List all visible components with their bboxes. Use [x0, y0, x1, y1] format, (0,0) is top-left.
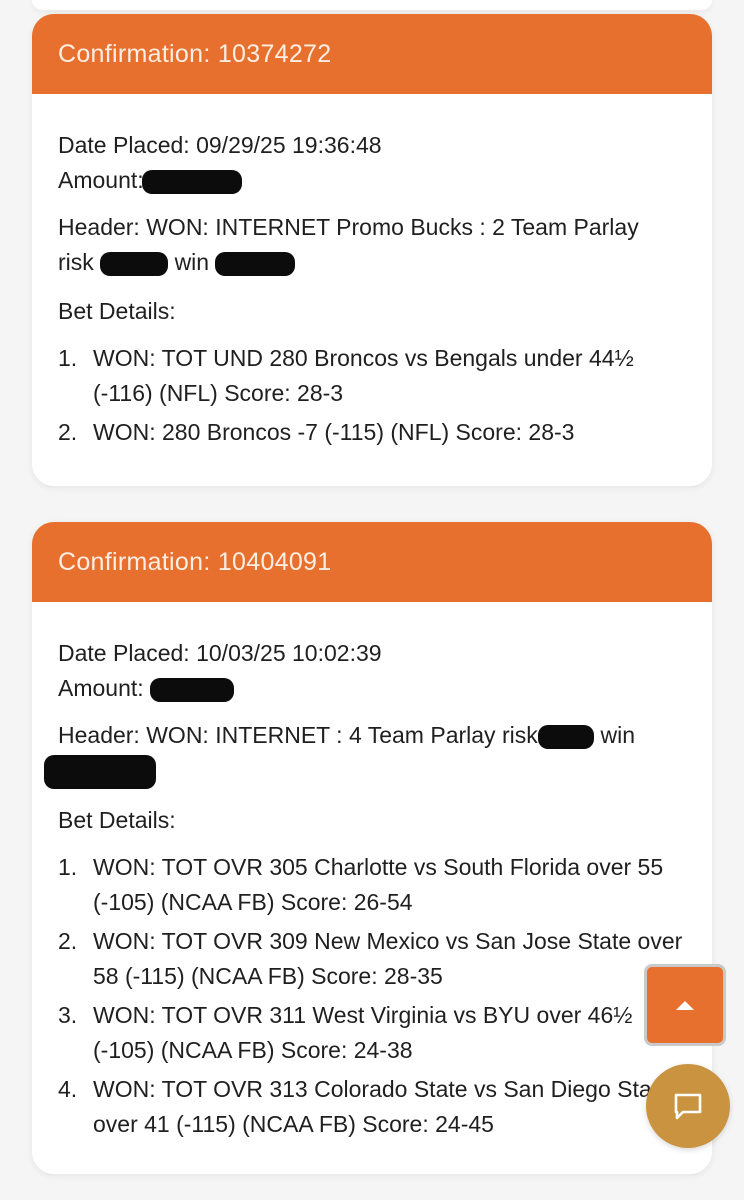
redacted-risk	[100, 251, 169, 276]
header-win-word: win	[174, 249, 210, 275]
card-body: Date Placed: 09/29/25 19:36:48 Amount: H…	[32, 94, 712, 450]
redacted-risk	[538, 724, 595, 749]
bet-details-list: 1. WON: TOT UND 280 Broncos vs Bengals u…	[58, 341, 686, 450]
redacted-win	[215, 251, 296, 276]
header-label: Header:	[58, 722, 140, 748]
date-placed-label: Date Placed:	[58, 640, 190, 666]
header-win-word: win	[600, 722, 636, 748]
bet-details-list: 1. WON: TOT OVR 305 Charlotte vs South F…	[58, 850, 686, 1142]
date-placed-row: Date Placed: 09/29/25 19:36:48	[58, 128, 686, 163]
chat-button[interactable]	[646, 1064, 730, 1148]
list-item: 2. WON: 280 Broncos -7 (-115) (NFL) Scor…	[58, 415, 686, 450]
bet-number: 3.	[58, 1001, 78, 1028]
bet-text: WON: TOT OVR 311 West Virginia vs BYU ov…	[93, 1001, 633, 1063]
amount-label: Amount:	[58, 675, 144, 701]
bet-details-label: Bet Details:	[58, 806, 176, 833]
redacted-amount	[150, 677, 235, 702]
date-placed-value: 09/29/25 19:36:48	[196, 132, 382, 158]
bet-number: 1.	[58, 853, 78, 880]
list-item: 4. WON: TOT OVR 313 Colorado State vs Sa…	[58, 1072, 686, 1142]
date-placed-value: 10/03/25 10:02:39	[196, 640, 382, 666]
chat-bubble-icon	[674, 1093, 702, 1120]
redacted-win	[44, 754, 156, 789]
bet-number: 2.	[58, 419, 78, 445]
bet-text: WON: 280 Broncos -7 (-115) (NFL) Score: …	[93, 419, 575, 445]
header-text: WON: INTERNET : 4 Team Parlay risk	[146, 722, 538, 748]
redacted-amount	[142, 169, 243, 194]
bet-card-10404091: Confirmation: 10404091 Date Placed: 10/0…	[32, 522, 712, 1174]
card-body: Date Placed: 10/03/25 10:02:39 Amount: H…	[32, 602, 712, 1142]
card-header: Confirmation: 10374272	[32, 14, 712, 94]
confirmation-label: Confirmation:	[58, 39, 211, 68]
bet-details-label: Bet Details:	[58, 298, 176, 324]
scroll-to-top-button[interactable]	[644, 964, 726, 1046]
confirmation-label: Confirmation:	[58, 547, 211, 576]
previous-card-edge	[32, 0, 712, 10]
header-risk-word: risk	[58, 249, 94, 275]
bet-text: WON: TOT UND 280 Broncos vs Bengals unde…	[93, 345, 634, 406]
header-label: Header:	[58, 214, 140, 240]
bet-card-10374272: Confirmation: 10374272 Date Placed: 09/2…	[32, 14, 712, 486]
bet-number: 2.	[58, 927, 78, 954]
list-item: 1. WON: TOT UND 280 Broncos vs Bengals u…	[58, 341, 686, 411]
list-item: 2. WON: TOT OVR 309 New Mexico vs San Jo…	[58, 924, 686, 994]
date-placed-label: Date Placed:	[58, 132, 190, 158]
amount-label: Amount:	[58, 167, 144, 193]
header-text: WON: INTERNET Promo Bucks : 2 Team Parla…	[146, 214, 639, 240]
amount-row: Amount:	[58, 671, 686, 706]
caret-up-icon	[676, 1000, 694, 1010]
bet-number: 4.	[58, 1075, 78, 1102]
list-item: 1. WON: TOT OVR 305 Charlotte vs South F…	[58, 850, 686, 920]
header-row: Header: WON: INTERNET : 4 Team Parlay ri…	[44, 718, 686, 789]
bet-text: WON: TOT OVR 313 Colorado State vs San D…	[93, 1075, 671, 1137]
list-item: 3. WON: TOT OVR 311 West Virginia vs BYU…	[58, 998, 686, 1068]
previous-card-tail	[0, 0, 744, 14]
amount-row: Amount:	[58, 163, 686, 198]
confirmation-number: 10404091	[217, 547, 332, 576]
card-header: Confirmation: 10404091	[32, 522, 712, 602]
header-row: Header: WON: INTERNET Promo Bucks : 2 Te…	[58, 210, 686, 280]
bet-text: WON: TOT OVR 305 Charlotte vs South Flor…	[93, 853, 664, 915]
bet-text: WON: TOT OVR 309 New Mexico vs San Jose …	[93, 927, 683, 989]
confirmation-number: 10374272	[217, 39, 332, 68]
date-placed-row: Date Placed: 10/03/25 10:02:39	[58, 636, 686, 671]
bet-number: 1.	[58, 345, 78, 371]
